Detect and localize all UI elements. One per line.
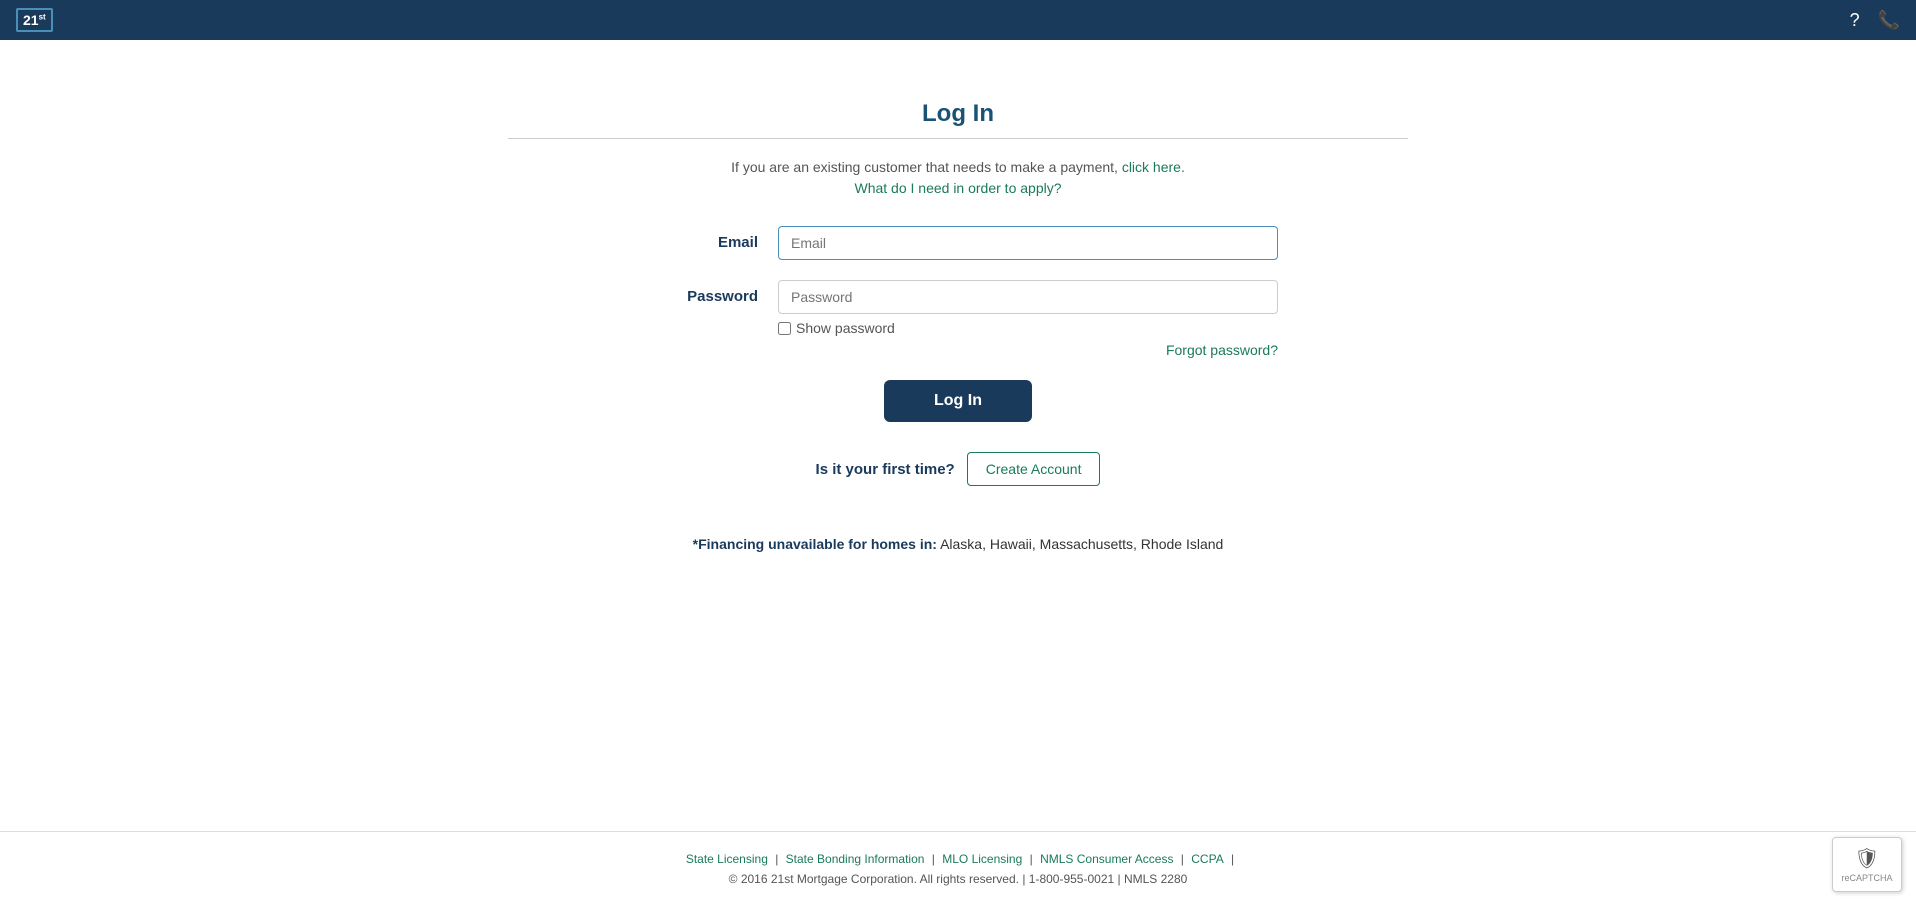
forgot-password-row: Forgot password? (778, 342, 1278, 360)
page-title: Log In (922, 100, 994, 128)
phone-icon[interactable]: 📞 (1878, 10, 1900, 31)
email-input[interactable] (778, 226, 1278, 260)
financing-note-prefix: *Financing unavailable for homes in: (693, 536, 937, 552)
divider (508, 138, 1408, 139)
password-row: Password Show password Forgot password? (638, 280, 1278, 360)
recaptcha-label: reCAPTCHA (1842, 873, 1893, 883)
what-do-i-need-link[interactable]: What do I need in order to apply? (854, 180, 1061, 196)
header-logo: 21st (16, 8, 53, 32)
header: 21st ? 📞 (0, 0, 1916, 40)
help-icon[interactable]: ? (1850, 10, 1860, 31)
click-here-link[interactable]: click here. (1122, 159, 1185, 175)
footer-mlo-licensing-link[interactable]: MLO Licensing (942, 852, 1022, 866)
show-password-label[interactable]: Show password (796, 320, 895, 336)
email-field-group (778, 226, 1278, 260)
footer-state-licensing-link[interactable]: State Licensing (686, 852, 768, 866)
financing-states: Alaska, Hawaii, Massachusetts, Rhode Isl… (940, 536, 1223, 552)
subtitle-text: If you are an existing customer that nee… (731, 159, 1185, 175)
email-label: Email (638, 226, 778, 251)
footer-links: State Licensing | State Bonding Informat… (20, 852, 1896, 866)
first-time-text: Is it your first time? (816, 461, 955, 478)
header-icons: ? 📞 (1850, 10, 1900, 31)
main-content: Log In If you are an existing customer t… (0, 40, 1916, 831)
footer-state-bonding-link[interactable]: State Bonding Information (786, 852, 925, 866)
recaptcha-badge: 🛡 reCAPTCHA (1832, 837, 1902, 892)
show-password-checkbox[interactable] (778, 322, 791, 335)
financing-note: *Financing unavailable for homes in: Ala… (638, 536, 1278, 552)
show-password-row: Show password (778, 320, 1278, 336)
footer-copyright: © 2016 21st Mortgage Corporation. All ri… (20, 872, 1896, 886)
logo-box: 21st (16, 8, 53, 32)
logo-text: 21 (23, 12, 39, 28)
first-time-row: Is it your first time? Create Account (638, 452, 1278, 486)
password-label: Password (638, 280, 778, 305)
recaptcha-logo: 🛡 (1854, 846, 1879, 871)
password-input[interactable] (778, 280, 1278, 314)
login-form: Email Password Show password Forgot pass… (638, 226, 1278, 572)
forgot-password-link[interactable]: Forgot password? (1166, 342, 1278, 358)
password-field-group: Show password Forgot password? (778, 280, 1278, 360)
create-account-button[interactable]: Create Account (967, 452, 1101, 486)
login-button[interactable]: Log In (884, 380, 1032, 422)
footer: State Licensing | State Bonding Informat… (0, 831, 1916, 906)
footer-nmls-link[interactable]: NMLS Consumer Access (1040, 852, 1173, 866)
footer-ccpa-link[interactable]: CCPA (1191, 852, 1223, 866)
login-button-row: Log In (638, 380, 1278, 422)
email-row: Email (638, 226, 1278, 260)
